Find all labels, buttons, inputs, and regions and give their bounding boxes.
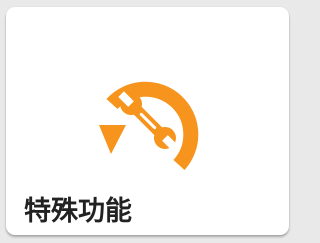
tile-label: 特殊功能 xyxy=(24,196,132,227)
special-functions-tile[interactable]: 特殊功能 xyxy=(6,7,289,235)
wrench-restore-icon xyxy=(85,63,209,179)
